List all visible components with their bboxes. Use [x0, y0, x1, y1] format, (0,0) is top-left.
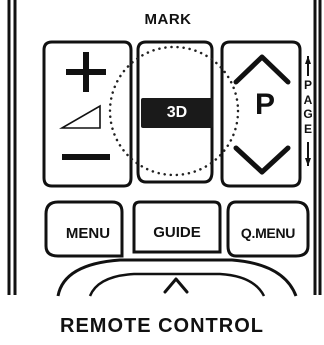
- three-d-button[interactable]: 3D: [141, 98, 213, 128]
- menu-button-label[interactable]: MENU: [58, 225, 118, 242]
- remote-drawing: [7, 0, 322, 297]
- chevron-up-icon[interactable]: [233, 54, 291, 85]
- page-side-letter: A: [303, 92, 313, 107]
- volume-rocker[interactable]: [42, 40, 133, 188]
- page-side-letter: E: [303, 121, 312, 136]
- mark-label: MARK: [144, 11, 192, 28]
- page-side-letter: P: [303, 78, 312, 92]
- remote-control-illustration: MARK 3D P P A G E MENU GUIDE Q.MENU REMO…: [0, 0, 324, 345]
- chevron-up-icon[interactable]: [163, 277, 189, 294]
- page-button-label: P: [254, 88, 275, 121]
- volume-ramp-icon: [59, 104, 101, 129]
- page-side-label: P A G E: [302, 78, 314, 136]
- nav-ring-inner-arc: [88, 272, 266, 297]
- page-side-letter: G: [303, 107, 313, 121]
- guide-button-label[interactable]: GUIDE: [141, 224, 213, 241]
- plus-icon[interactable]: [66, 52, 106, 92]
- remote-control-caption: REMOTE CONTROL: [60, 315, 264, 337]
- qmenu-button-label[interactable]: Q.MENU: [231, 225, 305, 241]
- chevron-down-icon[interactable]: [233, 145, 291, 175]
